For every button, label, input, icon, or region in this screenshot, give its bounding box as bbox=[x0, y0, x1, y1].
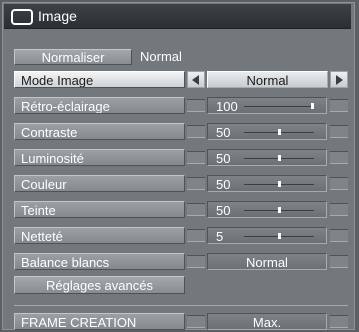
arrow-left-icon bbox=[192, 75, 199, 85]
menu-row-nettete[interactable]: Netteté 5 bbox=[14, 226, 348, 245]
slider-marker[interactable] bbox=[278, 181, 281, 187]
advanced-settings-button[interactable]: Réglages avancés bbox=[14, 276, 185, 294]
menu-row-balance-blancs[interactable]: Balance blancs Normal bbox=[14, 252, 348, 271]
slider-cell[interactable]: 50 bbox=[207, 201, 327, 218]
slider-marker[interactable] bbox=[278, 155, 281, 161]
menu-row-frame-creation[interactable]: FRAME CREATION Max. bbox=[14, 312, 348, 331]
slider-value: 50 bbox=[216, 125, 231, 140]
slider-cell[interactable]: 50 bbox=[207, 123, 327, 140]
arrow-left-button[interactable] bbox=[187, 71, 205, 88]
menu-row-contraste[interactable]: Contraste 50 bbox=[14, 122, 348, 141]
balance-blancs-value: Normal bbox=[207, 253, 327, 270]
slider-marker[interactable] bbox=[278, 207, 281, 213]
menu-row-couleur[interactable]: Couleur 50 bbox=[14, 174, 348, 193]
menu-row-label: Couleur bbox=[14, 175, 185, 192]
menu-row-label: Balance blancs bbox=[14, 253, 185, 270]
menu-row-label: Contraste bbox=[14, 123, 185, 140]
menu-row-teinte[interactable]: Teinte 50 bbox=[14, 200, 348, 219]
menu-row-label: Rétro-éclairage bbox=[14, 97, 185, 114]
divider bbox=[14, 305, 348, 306]
arrow-right-button[interactable] bbox=[330, 71, 348, 88]
menu-row-label: FRAME CREATION bbox=[14, 313, 185, 330]
screen-icon bbox=[11, 9, 33, 25]
slider-value: 50 bbox=[216, 151, 231, 166]
slider-value: 50 bbox=[216, 177, 231, 192]
advanced-settings-label: Réglages avancés bbox=[46, 278, 153, 293]
mode-image-value: Normal bbox=[207, 71, 328, 88]
menu-row-luminosite[interactable]: Luminosité 50 bbox=[14, 148, 348, 167]
frame-creation-value-text: Max. bbox=[252, 315, 282, 330]
frame-creation-value: Max. bbox=[207, 313, 327, 330]
normaliser-button[interactable]: Normaliser bbox=[14, 49, 132, 65]
normaliser-value: Normal bbox=[140, 49, 182, 64]
slider-cell[interactable]: 5 bbox=[207, 227, 327, 244]
menu-row-label: Netteté bbox=[14, 227, 185, 244]
slider-value: 50 bbox=[216, 203, 231, 218]
slider-cell[interactable]: 50 bbox=[207, 149, 327, 166]
slider-cell[interactable]: 100 bbox=[207, 97, 327, 114]
menu-row-label: Mode Image bbox=[14, 71, 185, 88]
menu-title: Image bbox=[38, 8, 77, 24]
menu-row-label: Luminosité bbox=[14, 149, 185, 166]
balance-blancs-value-text: Normal bbox=[246, 255, 288, 270]
slider-marker[interactable] bbox=[311, 103, 314, 109]
slider-track bbox=[244, 106, 314, 107]
slider-cell[interactable]: 50 bbox=[207, 175, 327, 192]
menu-row-retro-eclairage[interactable]: Rétro-éclairage 100 bbox=[14, 96, 348, 115]
slider-value: 5 bbox=[216, 229, 224, 244]
slider-marker[interactable] bbox=[278, 129, 281, 135]
slider-value: 100 bbox=[216, 99, 238, 114]
mode-image-value-text: Normal bbox=[246, 73, 289, 88]
slider-marker[interactable] bbox=[278, 233, 281, 239]
menu-row-mode-image[interactable]: Mode Image Normal bbox=[14, 70, 348, 89]
menu-title-bar: Image bbox=[4, 4, 351, 29]
menu-row-label: Teinte bbox=[14, 201, 185, 218]
arrow-right-icon bbox=[336, 75, 343, 85]
normaliser-button-label: Normaliser bbox=[41, 50, 105, 65]
